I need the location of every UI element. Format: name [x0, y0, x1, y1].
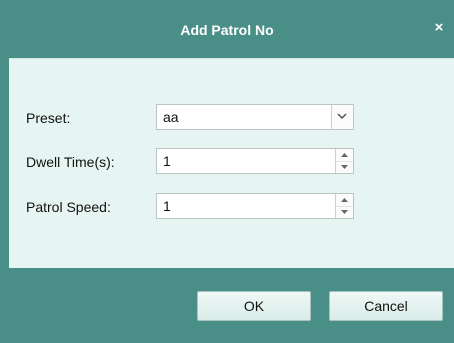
dwell-time-value: 1 [163, 153, 171, 169]
chevron-down-icon [337, 113, 347, 119]
dialog-title: Add Patrol No [180, 22, 274, 38]
dialog-titlebar: Add Patrol No × [0, 0, 454, 58]
caret-down-icon [341, 165, 348, 169]
dwell-time-input[interactable]: 1 [156, 148, 354, 174]
preset-select[interactable]: aa [156, 104, 354, 130]
dwell-time-label: Dwell Time(s): [26, 154, 115, 170]
preset-label: Preset: [26, 110, 71, 126]
patrol-speed-decrement-button[interactable] [336, 206, 353, 218]
dialog-footer: OK Cancel [9, 268, 454, 343]
caret-up-icon [341, 153, 348, 157]
caret-down-icon [341, 210, 348, 214]
patrol-speed-row: Patrol Speed: 1 [9, 193, 454, 219]
dwell-time-spinner [335, 149, 353, 173]
ok-button[interactable]: OK [197, 291, 311, 321]
dialog-content: Preset: aa Dwell Time(s): 1 Patrol Speed… [9, 58, 454, 268]
dwell-time-row: Dwell Time(s): 1 [9, 148, 454, 174]
preset-value: aa [163, 109, 179, 125]
patrol-speed-input[interactable]: 1 [156, 193, 354, 219]
preset-row: Preset: aa [9, 104, 454, 130]
patrol-speed-value: 1 [163, 198, 171, 214]
patrol-speed-spinner [335, 194, 353, 218]
dwell-time-decrement-button[interactable] [336, 161, 353, 173]
patrol-speed-label: Patrol Speed: [26, 199, 111, 215]
cancel-button[interactable]: Cancel [329, 291, 443, 321]
close-icon[interactable]: × [432, 20, 446, 35]
caret-up-icon [341, 198, 348, 202]
preset-dropdown-button[interactable] [331, 105, 353, 129]
add-patrol-dialog: Add Patrol No × Preset: aa Dwell Time(s)… [0, 0, 454, 343]
